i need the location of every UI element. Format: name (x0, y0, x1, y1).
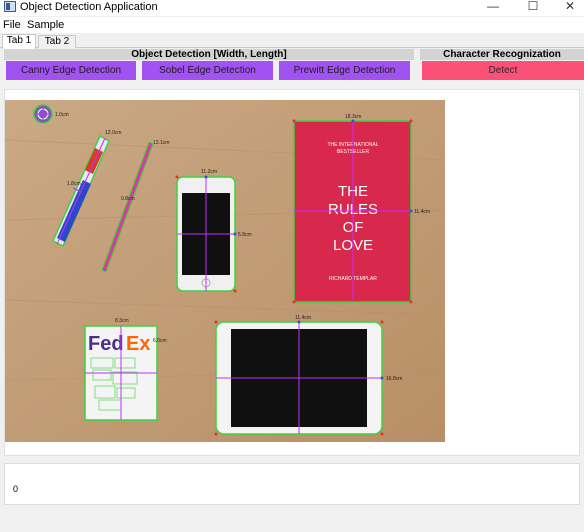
maximize-button[interactable]: ☐ (513, 0, 553, 14)
menu-file[interactable]: File (3, 18, 21, 32)
tablet-object: 11.4cm 16.8cm (215, 315, 402, 435)
pencil-width-label: 0.8cm (121, 196, 135, 202)
output-panel: 0 (4, 463, 580, 505)
tablet-width-label: 16.8cm (386, 376, 402, 382)
phone-length-label: 11.2cm (201, 169, 217, 175)
prewitt-edge-button[interactable]: Prewitt Edge Detection (279, 61, 410, 80)
pencil-length-label: 13.1cm (153, 140, 169, 146)
phone-width-label: 5.8cm (238, 232, 252, 238)
card-object: Fed Ex 8.3cm 6.0cm (84, 318, 167, 421)
menu-sample[interactable]: Sample (27, 18, 64, 32)
close-button[interactable]: ✕ (550, 0, 584, 14)
tab-2[interactable]: Tab 2 (38, 35, 76, 48)
card-logo-fed: Fed (88, 333, 124, 355)
tablet-length-label: 11.4cm (295, 315, 311, 321)
tab-1[interactable]: Tab 1 (2, 34, 36, 49)
detect-button[interactable]: Detect (422, 61, 584, 80)
sobel-edge-button[interactable]: Sobel Edge Detection (142, 61, 273, 80)
image-canvas: 1.0cm 12.0cm 1.8cm 13.1cm 0.8cm 11.2cm 5… (4, 89, 580, 456)
object-detection-header: Object Detection [Width, Length] (4, 49, 414, 60)
canny-edge-button[interactable]: Canny Edge Detection (6, 61, 136, 80)
character-recognition-header: Character Recognization (420, 49, 584, 60)
book-length-label: 11.4cm (414, 209, 430, 215)
window-title: Object Detection Application (20, 1, 158, 13)
book-object: THE INTERNATIONAL BESTSELLER THE RULES O… (293, 114, 430, 303)
card-logo-ex: Ex (126, 333, 150, 355)
tab-bar: Tab 1 Tab 2 (0, 33, 584, 49)
card-length-label: 6.0cm (153, 338, 167, 344)
card-width-label: 8.3cm (115, 318, 129, 324)
app-icon (4, 1, 16, 12)
book-width-label: 18.3cm (345, 114, 361, 120)
detection-overlay: 1.0cm 12.0cm 1.8cm 13.1cm 0.8cm 11.2cm 5… (4, 100, 446, 442)
coin-label: 1.0cm (55, 112, 69, 118)
title-bar: Object Detection Application — ☐ ✕ (0, 0, 584, 16)
output-text: 0 (13, 484, 19, 494)
marker-width-label: 1.8cm (67, 181, 81, 187)
minimize-button[interactable]: — (473, 0, 513, 14)
marker-length-label: 12.0cm (105, 130, 121, 136)
detection-photo: 1.0cm 12.0cm 1.8cm 13.1cm 0.8cm 11.2cm 5… (4, 100, 446, 442)
menu-bar: File Sample (0, 17, 584, 33)
